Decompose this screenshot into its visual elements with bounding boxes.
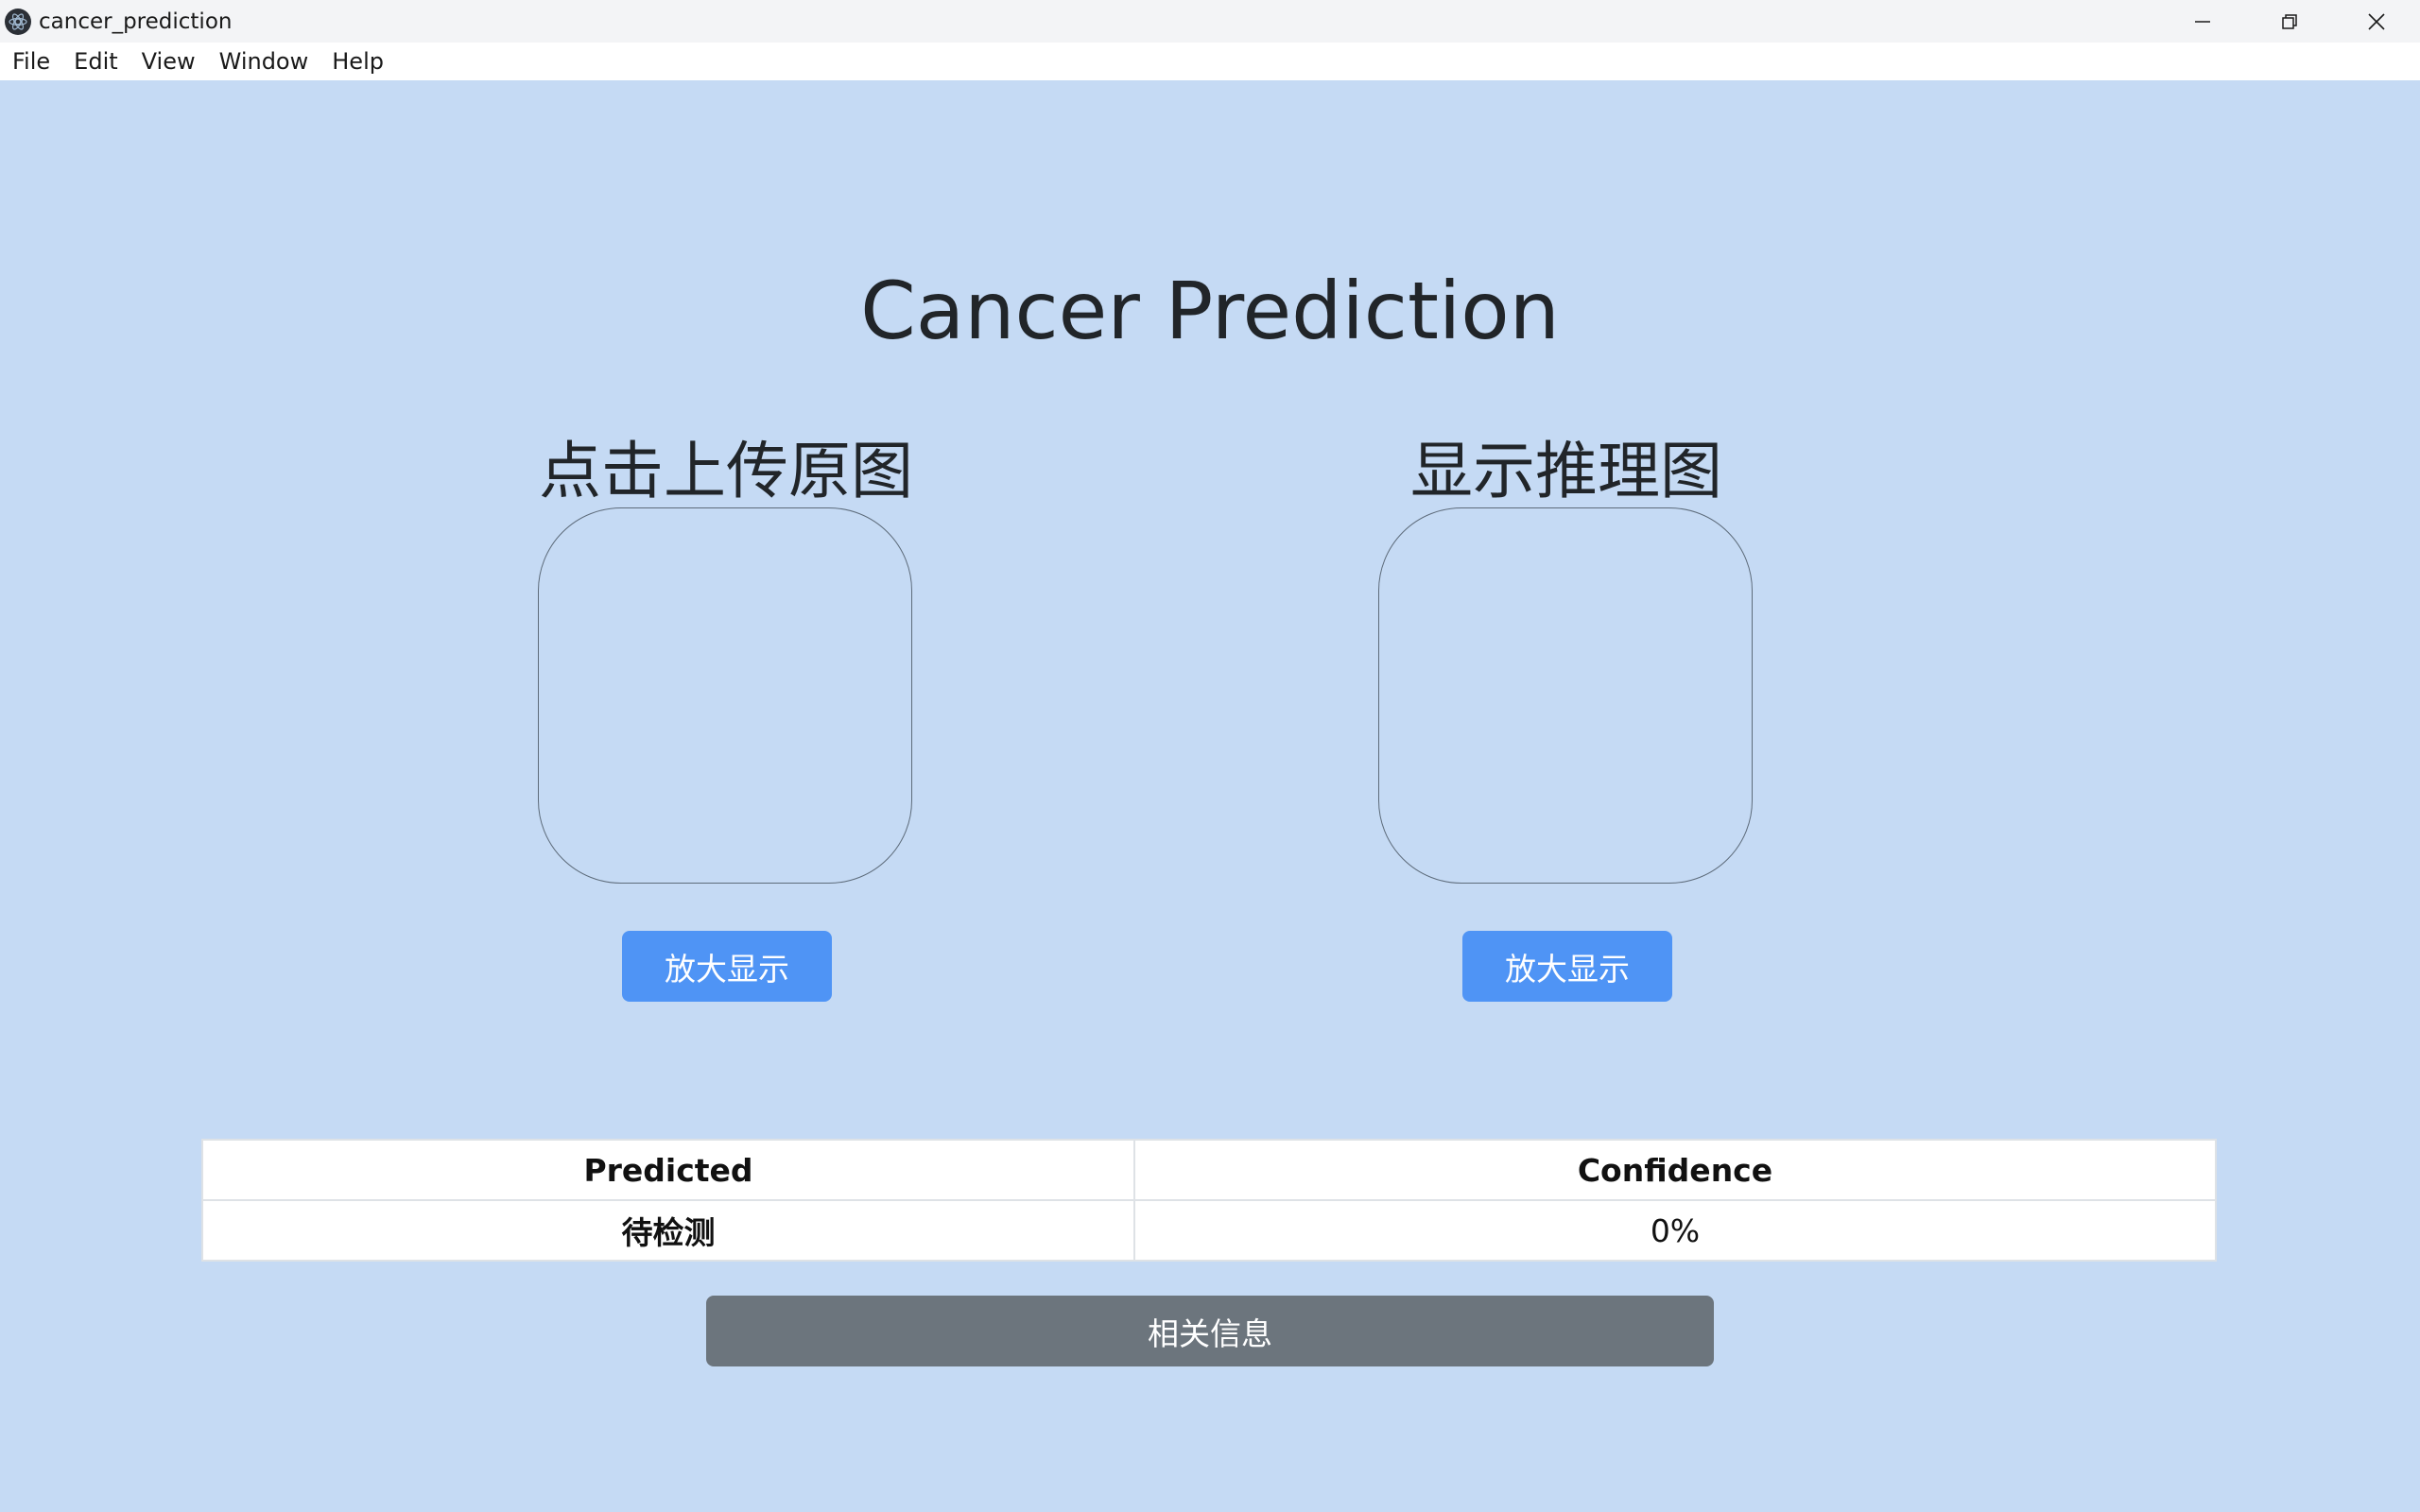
menu-help[interactable]: Help bbox=[332, 48, 384, 75]
menu-view[interactable]: View bbox=[142, 48, 196, 75]
menu-file[interactable]: File bbox=[12, 48, 50, 75]
predicted-header: Predicted bbox=[201, 1139, 1135, 1201]
upload-panel-title: 点击上传原图 bbox=[539, 435, 913, 507]
table-header-row: Predicted Confidence bbox=[201, 1139, 2217, 1201]
minimize-button[interactable] bbox=[2159, 0, 2246, 43]
menu-bar: File Edit View Window Help bbox=[0, 43, 2420, 80]
info-button[interactable]: 相关信息 bbox=[706, 1296, 1714, 1366]
window-title: cancer_prediction bbox=[39, 9, 233, 34]
table-row: 待检测 0% bbox=[201, 1199, 2217, 1262]
left-zoom-button[interactable]: 放大显示 bbox=[622, 931, 832, 1002]
close-icon bbox=[2368, 12, 2385, 30]
result-table: Predicted Confidence 待检测 0% bbox=[201, 1139, 2217, 1262]
app-logo-icon bbox=[5, 8, 31, 35]
minimize-icon bbox=[2195, 20, 2210, 23]
close-button[interactable] bbox=[2333, 0, 2420, 43]
upload-image-box[interactable] bbox=[538, 507, 912, 884]
restore-icon bbox=[2282, 13, 2297, 29]
right-zoom-button[interactable]: 放大显示 bbox=[1462, 931, 1672, 1002]
restore-button[interactable] bbox=[2246, 0, 2333, 43]
confidence-value: 0% bbox=[1133, 1199, 2217, 1262]
inference-panel-title: 显示推理图 bbox=[1410, 435, 1722, 507]
confidence-header: Confidence bbox=[1133, 1139, 2217, 1201]
window-controls bbox=[2159, 0, 2420, 43]
inference-image-box[interactable] bbox=[1378, 507, 1753, 884]
menu-window[interactable]: Window bbox=[219, 48, 309, 75]
predicted-value: 待检测 bbox=[201, 1199, 1135, 1262]
page-title: Cancer Prediction bbox=[860, 265, 1560, 357]
menu-edit[interactable]: Edit bbox=[74, 48, 117, 75]
title-bar: cancer_prediction bbox=[0, 0, 2420, 43]
